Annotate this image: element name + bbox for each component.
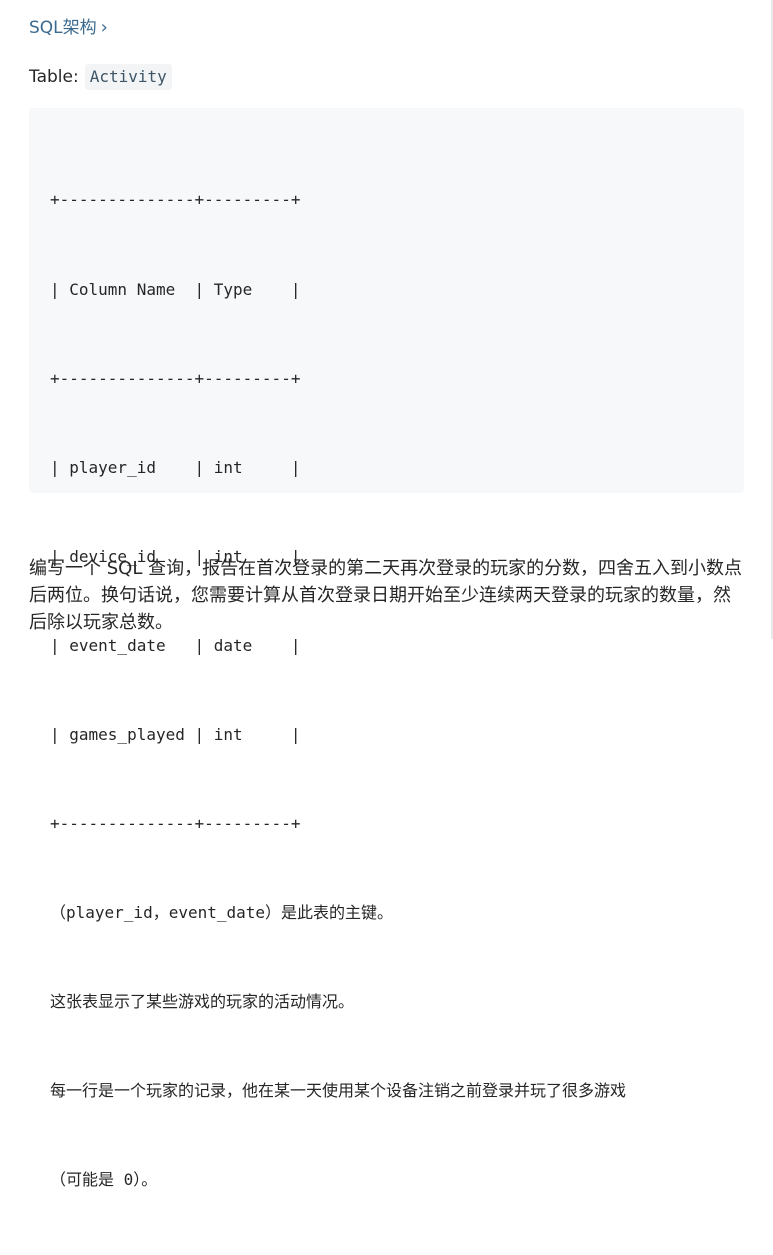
chevron-right-icon: › [100,17,108,38]
code-line: +--------------+---------+ [50,814,301,834]
sql-schema-link[interactable]: SQL架构 › [29,17,108,39]
code-line: （可能是 0）。 [50,1170,158,1190]
code-line: | Column Name | Type | [50,279,301,299]
table-name-line: Table: Activity [29,64,172,90]
schema-code-block: +--------------+---------+ | Column Name… [29,108,744,1189]
code-line: 每一行是一个玩家的记录，他在某一天使用某个设备注销之前登录并玩了很多游戏 [50,1081,627,1101]
table-label: Table: [29,67,79,87]
code-line: （player_id，event_date）是此表的主键。 [50,903,394,923]
code-line: +--------------+---------+ [50,368,301,388]
problem-description: 编写一个 SQL 查询，报告在首次登录的第二天再次登录的玩家的分数，四舍五入到小… [29,558,743,633]
code-pre: +--------------+---------+ | Column Name… [50,126,744,1255]
table-name-code: Activity [84,64,172,90]
code-line: 这张表显示了某些游戏的玩家的活动情况。 [50,992,355,1012]
sql-schema-label: SQL架构 [29,18,97,38]
code-line: | games_played | int | [50,724,301,744]
code-line: +--------------+---------+ [50,190,301,210]
code-line: | player_id | int | [50,457,301,477]
